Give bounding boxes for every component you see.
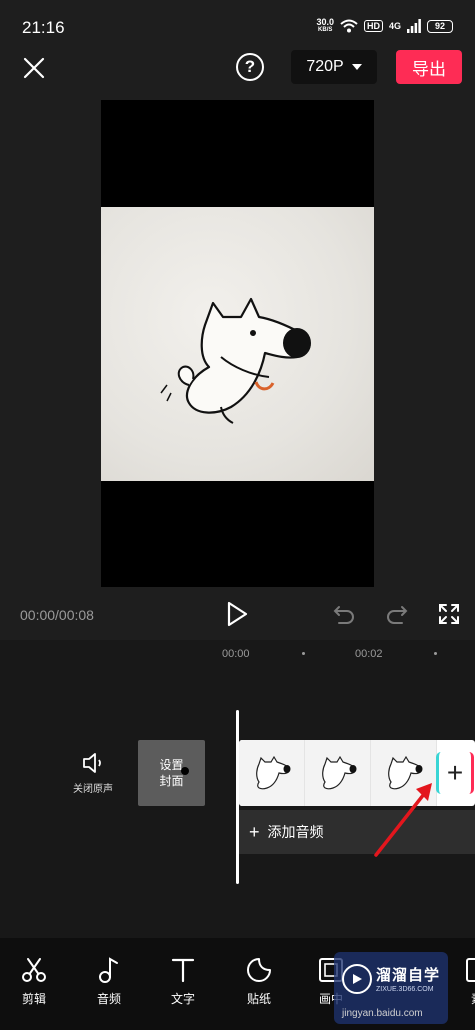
mute-original-audio-button[interactable]: 关闭原声 bbox=[60, 752, 126, 802]
ruler-time-label: 00:00 bbox=[222, 648, 250, 660]
battery-level: 92 bbox=[434, 21, 445, 31]
plus-icon: + bbox=[446, 757, 464, 788]
text-icon bbox=[171, 958, 195, 983]
toolbar-item-text[interactable]: 文字 bbox=[156, 956, 210, 1012]
battery-icon: 92 bbox=[427, 19, 453, 33]
cover-label-line1: 设置 bbox=[159, 758, 184, 772]
help-button[interactable]: ? bbox=[236, 53, 264, 81]
watermark-title: 溜溜自学 bbox=[376, 967, 441, 984]
network-speed-value: 30.0 bbox=[316, 17, 334, 27]
sticker-icon bbox=[247, 958, 271, 982]
toolbar-item-label: 贴纸 bbox=[246, 992, 271, 1006]
status-icons: 30.0 KB/S HD 4G 92 bbox=[316, 18, 453, 34]
caret-down-icon bbox=[351, 64, 362, 70]
toolbar-item-edit[interactable]: 剪辑 bbox=[7, 956, 61, 1012]
network-speed-unit: KB/S bbox=[318, 27, 333, 33]
set-cover-button[interactable]: 设置 封面 bbox=[138, 740, 205, 806]
plus-icon: + bbox=[249, 821, 260, 842]
material-icon bbox=[466, 958, 475, 982]
dog-drawing-image bbox=[160, 297, 311, 424]
export-button[interactable]: 导出 bbox=[396, 50, 462, 84]
watermark-url: jingyan.baidu.com bbox=[342, 1008, 423, 1019]
toolbar-item-audio[interactable]: 音频 bbox=[82, 956, 136, 1012]
signal-icon bbox=[407, 19, 421, 33]
clip-thumbnail bbox=[305, 740, 371, 806]
ruler-tick bbox=[434, 652, 437, 655]
cover-marker bbox=[181, 767, 189, 775]
play-icon[interactable] bbox=[226, 601, 248, 627]
cover-label-line2: 封面 bbox=[159, 774, 184, 788]
undo-icon[interactable] bbox=[333, 603, 355, 625]
wifi-icon bbox=[340, 19, 358, 33]
video-preview[interactable] bbox=[101, 100, 374, 587]
music-note-icon bbox=[99, 957, 118, 983]
playback-bar: 00:00/00:08 bbox=[0, 595, 475, 635]
status-bar: 21:16 30.0 KB/S HD 4G 92 bbox=[0, 0, 475, 50]
playhead[interactable] bbox=[236, 710, 239, 884]
network-speed: 30.0 KB/S bbox=[316, 18, 334, 34]
mute-label: 关闭原声 bbox=[73, 784, 113, 795]
add-clip-button[interactable]: + bbox=[436, 752, 474, 794]
ruler-tick bbox=[302, 652, 305, 655]
add-audio-label: 添加音频 bbox=[267, 824, 324, 840]
toolbar-item-material[interactable]: 素 bbox=[450, 956, 475, 1012]
preview-frame bbox=[101, 207, 374, 481]
resolution-select[interactable]: 720P bbox=[291, 50, 377, 84]
play-logo-icon bbox=[342, 964, 372, 994]
watermark-subtitle: ZIXUE.3D66.COM bbox=[376, 986, 434, 993]
toolbar-item-label: 剪辑 bbox=[21, 992, 46, 1006]
help-icon: ? bbox=[244, 57, 256, 76]
clip-thumbnail bbox=[239, 740, 305, 806]
toolbar-item-label: 音频 bbox=[96, 992, 121, 1006]
scissors-icon bbox=[22, 958, 46, 982]
toolbar-item-sticker[interactable]: 贴纸 bbox=[232, 956, 286, 1012]
fullscreen-icon[interactable] bbox=[438, 603, 460, 625]
speaker-icon bbox=[83, 753, 101, 773]
top-bar: ? 720P 导出 bbox=[0, 48, 475, 90]
resolution-value: 720P bbox=[306, 58, 344, 75]
timecode: 00:00/00:08 bbox=[20, 607, 94, 623]
ruler-time-label: 00:02 bbox=[355, 648, 383, 660]
red-arrow-annotation bbox=[374, 783, 432, 857]
hd-badge: HD bbox=[363, 20, 383, 32]
toolbar-item-label: 文字 bbox=[170, 992, 195, 1006]
close-icon[interactable] bbox=[22, 56, 46, 80]
status-time: 21:16 bbox=[22, 18, 65, 37]
export-label: 导出 bbox=[412, 59, 446, 79]
network-type: 4G bbox=[388, 21, 401, 31]
toolbar-item-label: 素 bbox=[471, 990, 475, 1007]
redo-icon[interactable] bbox=[386, 603, 408, 625]
